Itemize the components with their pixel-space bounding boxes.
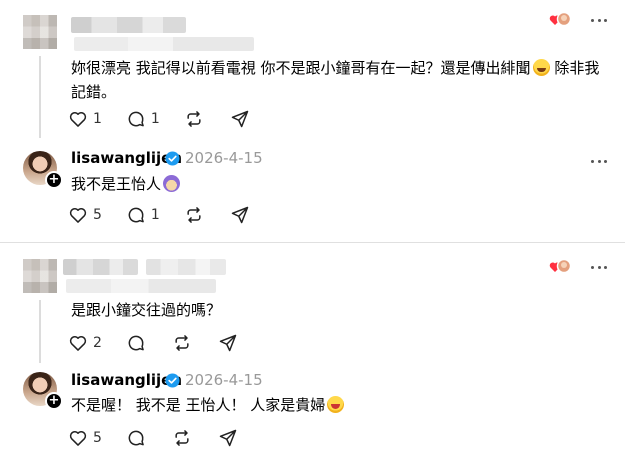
more-dots-icon [591,265,594,269]
like-count: 1 [93,111,102,127]
repost-icon [175,335,189,351]
more-dot [597,265,601,269]
blurred-username [63,259,138,275]
reply-count: 1 [150,111,160,127]
speech-bubble-icon [128,430,144,446]
comment-text-part: 是跟小鐘交往過的嗎？ [71,301,222,319]
repost-icon [187,111,201,127]
reply-text: 不是喔！ 我不是 王怡人！ 人家是貴婦 [71,393,611,417]
more-dot [597,18,601,22]
comment-thread: 妳很漂亮 我記得以前看電視 你不是跟小鐘哥有在一起？還是傳出緋聞 除非我 記錯。… [0,0,625,243]
commenter-avatar[interactable] [23,15,57,49]
comment-actions: 2 [68,332,264,354]
author-reply-post: + lisawanglijen 2026-4-15 不是喔！ 我不是 王怡人！ … [0,365,625,458]
speech-bubble-icon [128,111,144,127]
liked-by-author-icon [549,11,572,27]
more-dot [604,265,607,269]
share-button[interactable] [218,428,238,448]
heart-outline-icon [69,112,87,127]
post-date: 2026-4-15 [185,149,263,167]
more-options-button[interactable] [591,153,607,169]
comment-text: 妳很漂亮 我記得以前看電視 你不是跟小鐘哥有在一起？還是傳出緋聞 除非我 記錯。 [71,56,611,104]
repost-icon [187,207,201,223]
like-button[interactable]: 5 [68,428,102,448]
like-count: 5 [93,207,102,223]
post-date: 2026-4-15 [185,371,263,389]
share-button[interactable] [230,205,250,225]
thread-connector-line [39,56,41,138]
comment-text: 是跟小鐘交往過的嗎？ [71,298,611,322]
sheep-emoji-icon [163,175,181,192]
comment-text-part: 除非我 [554,59,600,77]
share-button[interactable] [230,109,250,129]
reply-button[interactable]: 1 [126,109,160,129]
comment-post: 是跟小鐘交往過的嗎？ 2 [0,243,625,365]
repost-button[interactable] [172,333,192,353]
more-dots-icon [591,159,594,163]
follow-plus-icon[interactable]: + [45,392,63,410]
liked-by-author-icon [549,258,572,274]
send-icon [219,334,237,352]
verified-badge-icon [165,373,180,388]
author-avatar[interactable]: + [23,372,63,410]
blurred-avatar-image [23,15,57,49]
repost-icon [175,430,189,446]
more-dot [604,159,607,163]
reply-button[interactable] [126,333,146,353]
reply-button[interactable] [126,428,146,448]
verified-badge-icon [165,151,180,166]
like-count: 2 [93,335,102,351]
comment-text-part: 妳很漂亮 我記得以前看電視 你不是跟小鐘哥有在一起？還是傳出緋聞 [71,59,531,77]
repost-button[interactable] [184,109,204,129]
commenter-avatar[interactable] [23,259,57,293]
blurred-subtitle [74,37,254,51]
send-icon [231,110,249,128]
send-icon [231,206,249,224]
laughing-emoji-icon [532,59,550,76]
comment-post: 妳很漂亮 我記得以前看電視 你不是跟小鐘哥有在一起？還是傳出緋聞 除非我 記錯。… [0,0,625,140]
like-button[interactable]: 2 [68,333,102,353]
blurred-subtitle [66,279,216,293]
repost-button[interactable] [172,428,192,448]
like-button[interactable]: 1 [68,109,102,129]
more-options-button[interactable] [591,259,607,275]
reply-text-part: 我不是王怡人 [71,175,162,193]
follow-plus-icon[interactable]: + [45,171,63,189]
blurred-username [71,17,186,33]
reply-button[interactable]: 1 [126,205,160,225]
heart-outline-icon [69,431,87,446]
share-button[interactable] [218,333,238,353]
more-dots-icon [591,18,594,22]
speech-bubble-icon [128,207,144,223]
reply-count: 1 [150,207,160,223]
comment-text-part: 記錯。 [71,83,117,101]
speech-bubble-icon [128,335,144,351]
comment-thread: 是跟小鐘交往過的嗎？ 2 + lisawanglijen 2026-4-15 不… [0,243,625,458]
blurred-avatar-image [23,259,57,293]
more-dot [604,18,607,22]
like-count: 5 [93,430,102,446]
send-icon [219,429,237,447]
reply-actions: 5 1 [68,204,276,226]
reply-actions: 5 [68,427,264,449]
heart-outline-icon [69,208,87,223]
author-avatar[interactable]: + [23,151,63,189]
blurred-username [146,259,226,275]
author-reply-post: + lisawanglijen 2026-4-15 我不是王怡人 5 1 [0,140,625,240]
heart-outline-icon [69,336,87,351]
more-dot [597,159,601,163]
reply-text-part: 不是喔！ 我不是 王怡人！ 人家是貴婦 [71,396,326,414]
thread-connector-line [39,300,41,363]
grinning-emoji-icon [327,396,345,413]
comment-actions: 1 1 [68,108,276,130]
repost-button[interactable] [184,205,204,225]
like-button[interactable]: 5 [68,205,102,225]
more-options-button[interactable] [591,12,607,28]
reply-text: 我不是王怡人 [71,172,611,196]
